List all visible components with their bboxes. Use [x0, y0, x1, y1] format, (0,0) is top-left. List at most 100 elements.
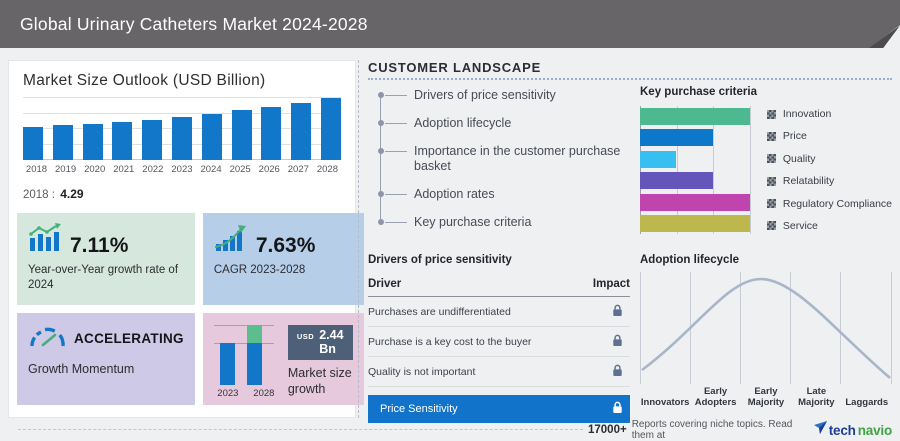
bar [112, 122, 132, 160]
yoy-growth-card: 7.11% Year-over-Year growth rate of 2024 [17, 213, 195, 305]
growth-segment [247, 325, 262, 343]
adoption-lifecycle-section: Adoption lifecycle InnovatorsEarly Adopt… [640, 254, 892, 409]
currency-label: USD [297, 332, 314, 341]
bar [640, 129, 713, 146]
x-tick-label: 2027 [285, 164, 312, 175]
bar [220, 343, 235, 385]
base-year-label: 2018 : [23, 189, 55, 201]
key-purchase-criteria-section: Key purchase criteria Innovation Price Qua… [640, 86, 892, 234]
customer-landscape-item: Drivers of price sensitivity [372, 88, 628, 103]
adoption-lifecycle-title: Adoption lifecycle [640, 254, 892, 266]
x-tick-label: 2023 [216, 388, 240, 399]
bar-row [640, 194, 750, 211]
legend-marker-icon [767, 154, 776, 163]
x-tick-label: 2026 [256, 164, 283, 175]
x-tick-label: 2028 [314, 164, 341, 175]
stat-cards: 7.11% Year-over-Year growth rate of 2024 [17, 213, 347, 405]
bar [321, 98, 341, 160]
momentum-label: Growth Momentum [28, 361, 184, 377]
growth-amount: 2.44 Bn [319, 328, 343, 356]
key-purchase-criteria-chart [640, 106, 750, 234]
table-row: Purchase is a key cost to the buyer [368, 327, 630, 357]
driver-cell: Quality is not important [368, 366, 475, 378]
legend-item: Quality [767, 153, 892, 165]
bar [640, 172, 713, 189]
bar [232, 110, 252, 160]
table-row: Purchases are undifferentiated [368, 297, 630, 327]
x-tick-label: 2023 [168, 164, 195, 175]
legend-marker-icon [767, 132, 776, 141]
legend-marker-icon [767, 199, 776, 208]
x-tick-label: 2020 [81, 164, 108, 175]
key-purchase-criteria-title: Key purchase criteria [640, 86, 892, 98]
bar [172, 117, 192, 160]
customer-landscape-title: CUSTOMER LANDSCAPE [368, 60, 541, 75]
lifecycle-stage-label: Laggards [842, 398, 892, 409]
legend-item: Innovation [767, 108, 892, 120]
impact-column-header: Impact [593, 278, 630, 290]
technavio-logo-icon [814, 421, 827, 439]
x-tick-label: 2019 [52, 164, 79, 175]
report-count: 17000+ [588, 424, 627, 436]
lock-icon [604, 304, 630, 320]
customer-landscape-list: Drivers of price sensitivity Adoption lif… [372, 88, 628, 230]
lock-icon [604, 334, 630, 350]
cagr-card: 7.63% CAGR 2023-2028 [203, 213, 364, 305]
lifecycle-stage-label: Early Majority [741, 387, 791, 409]
yoy-growth-value: 7.11% [70, 235, 128, 256]
market-outlook-title: Market Size Outlook (USD Billion) [23, 72, 341, 90]
x-tick-label: 2018 [23, 164, 50, 175]
lifecycle-stage-label: Late Majority [791, 387, 841, 409]
lock-icon [604, 401, 630, 417]
technavio-logo-navio: navio [858, 423, 892, 438]
driver-cell: Purchases are undifferentiated [368, 306, 511, 318]
legend-label: Innovation [783, 108, 831, 120]
legend-item: Service [767, 220, 892, 232]
legend-label: Service [783, 220, 818, 232]
customer-landscape-item: Adoption lifecycle [372, 116, 628, 131]
key-purchase-criteria-legend: Innovation Price Quality Relatability Regula… [767, 106, 892, 234]
bar [202, 114, 222, 160]
growth-momentum-card: ACCELERATING Growth Momentum [17, 313, 195, 405]
vertical-dashed-divider [358, 60, 359, 418]
bar [640, 215, 750, 232]
bar-row [640, 172, 750, 189]
base-segment [247, 343, 262, 385]
yoy-growth-label: Year-over-Year growth rate of 2024 [28, 263, 184, 293]
adoption-lifecycle-labels: InnovatorsEarly AdoptersEarly MajorityLa… [640, 387, 892, 409]
legend-marker-icon [767, 110, 776, 119]
customer-landscape-item: Key purchase criteria [372, 215, 628, 230]
base-year-value: 4.29 [60, 187, 83, 201]
cagr-label: CAGR 2023-2028 [214, 263, 353, 278]
usd-value-badge: USD 2.44 Bn [288, 325, 353, 360]
base-segment [220, 343, 235, 385]
footer: 17000+ Reports covering niche topics. Re… [588, 419, 892, 441]
legend-item: Relatability [767, 175, 892, 187]
driver-cell: Purchase is a key cost to the buyer [368, 336, 531, 348]
legend-label: Regulatory Compliance [783, 198, 892, 210]
bar-row [640, 108, 750, 125]
customer-landscape-item: Adoption rates [372, 187, 628, 202]
bar-row [640, 129, 750, 146]
x-tick-label: 2024 [198, 164, 225, 175]
market-size-x-axis: 2018201920202021202220232024202520262027… [23, 164, 341, 175]
drivers-table-header: Driver Impact [368, 278, 630, 297]
technavio-logo[interactable]: tech navio [814, 421, 892, 439]
footer-dashed-line [18, 429, 583, 430]
x-tick-label: 2021 [110, 164, 137, 175]
speedometer-icon [28, 323, 66, 354]
price-sensitivity-title: Drivers of price sensitivity [368, 254, 630, 266]
market-size-growth-card: 20232028 USD 2.44 Bn Market size growth [203, 313, 364, 405]
table-row: Quality is not important [368, 357, 630, 387]
legend-item: Regulatory Compliance [767, 198, 892, 210]
x-tick-label: 2022 [139, 164, 166, 175]
bar [23, 127, 43, 160]
lifecycle-stage-label: Innovators [640, 398, 690, 409]
legend-item: Price [767, 130, 892, 142]
x-tick-label: 2028 [252, 388, 276, 399]
bar-row [640, 151, 750, 168]
mini-growth-chart: 20232028 [214, 323, 278, 395]
legend-label: Quality [783, 153, 816, 165]
bar [640, 194, 750, 211]
legend-marker-icon [767, 221, 776, 230]
